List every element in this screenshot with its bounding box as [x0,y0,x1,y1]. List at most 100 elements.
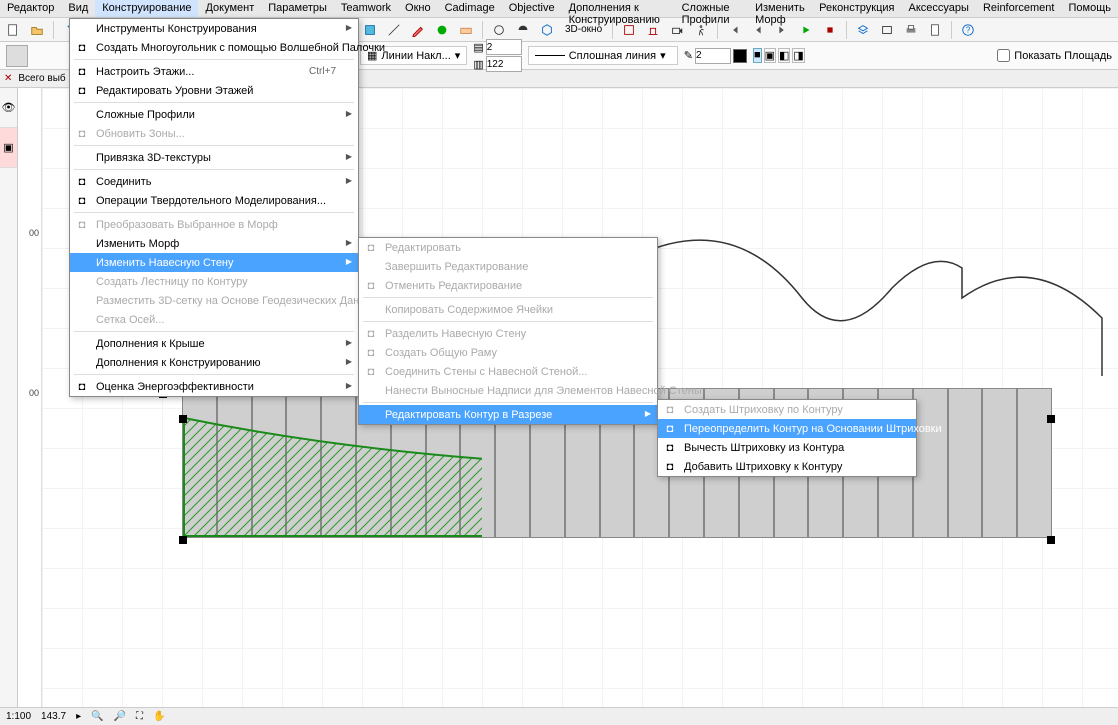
page-icon[interactable] [925,20,945,40]
pen-field[interactable] [695,48,731,64]
menu-item-label: Разместить 3D-сетку на Основе Геодезичес… [96,295,388,307]
add-icon: ◘ [662,459,678,475]
half-circle-icon[interactable] [513,20,533,40]
menu-accessories[interactable]: Аксессуары [902,0,976,17]
palette-icon[interactable] [456,20,476,40]
menu-modify-morph[interactable]: Изменить Морф [748,0,812,17]
tool-tab-icon[interactable]: ▣ [0,128,17,168]
walk-icon[interactable] [691,20,711,40]
layers-icon[interactable] [853,20,873,40]
mode-2-icon[interactable]: ▣ [764,48,776,63]
fill-icon[interactable] [360,20,380,40]
menu-complex-profiles[interactable]: Сложные Профили [675,0,749,17]
mode-4-icon[interactable]: ◨ [792,48,804,63]
menu-item[interactable]: ◘Переопределить Контур на Основании Штри… [658,419,916,438]
section-icon[interactable] [619,20,639,40]
menu-item[interactable]: ◘Соединить [70,172,358,191]
menu-reconstruction[interactable]: Реконструкция [812,0,901,17]
elev-icon[interactable] [643,20,663,40]
menu-item-label: Настроить Этажи... [96,66,194,78]
menu-item[interactable]: Редактировать Контур в Разрезе [359,405,657,424]
go-first-icon[interactable] [724,20,744,40]
anchor-point[interactable] [1047,415,1055,423]
levels-icon: ◘ [74,83,90,99]
zoom-in-icon[interactable]: 🔍 [91,711,103,722]
line-icon[interactable] [384,20,404,40]
ruler-mark: 00 [29,388,39,398]
menu-item[interactable]: Дополнения к Крыше [70,334,358,353]
hand-icon[interactable]: ✋ [153,711,165,722]
wand-icon: ◘ [74,40,90,56]
mode-3-icon[interactable]: ◧ [778,48,790,63]
color-icon[interactable] [432,20,452,40]
menu-item[interactable]: ◘Вычесть Штриховку из Контура [658,438,916,457]
menu-window[interactable]: Окно [398,0,438,17]
menu-item: ◘Преобразовать Выбранное в Морф [70,215,358,234]
field-b[interactable] [486,56,522,72]
zoom-readout[interactable]: 1:100 [6,711,31,722]
frame-icon: ◘ [363,345,379,361]
element-preview[interactable] [6,45,28,67]
menu-item[interactable]: ◘Операции Твердотельного Моделирования..… [70,191,358,210]
menu-item: ◘Создать Общую Раму [359,343,657,362]
menu-help[interactable]: Помощь [1061,0,1118,17]
svg-text:?: ? [966,25,971,34]
anchor-point[interactable] [179,415,187,423]
menu-params[interactable]: Параметры [261,0,334,17]
submenu-curtainwall: ◘РедактироватьЗавершить Редактирование◘О… [358,237,658,425]
mode-1-icon[interactable]: ■ [753,48,762,63]
camera-icon[interactable] [667,20,687,40]
cube-3d-icon[interactable] [537,20,557,40]
menu-item[interactable]: Изменить Морф [70,234,358,253]
help-icon[interactable]: ? [958,20,978,40]
fit-icon[interactable]: ⛶ [136,711,143,722]
new-icon[interactable] [3,20,23,40]
menu-reinforcement[interactable]: Reinforcement [976,0,1062,17]
field-a[interactable] [486,39,522,55]
menu-item: ◘Обновить Зоны... [70,124,358,143]
go-prev-icon[interactable] [748,20,768,40]
zoom-out-icon[interactable]: 🔎 [114,711,126,722]
show-area-checkbox[interactable] [997,49,1010,62]
menu-item[interactable]: ◘Оценка Энергоэффективности [70,377,358,396]
print-icon[interactable] [901,20,921,40]
menu-item: ◘Редактировать [359,238,657,257]
pen-color-swatch[interactable] [733,49,747,63]
menu-item[interactable]: ◘Настроить Этажи...Ctrl+7 [70,62,358,81]
menu-view[interactable]: Вид [61,0,95,17]
stairs-icon: ◘ [74,64,90,80]
line-style-picker[interactable]: Сплошная линия ▾ [528,46,678,65]
menu-document[interactable]: Документ [198,0,261,17]
nav-close-icon[interactable]: ✕ [4,73,12,84]
menu-item[interactable]: Изменить Навесную Стену [70,253,358,272]
status-chevron-icon[interactable]: ▸ [76,711,81,722]
menu-objective[interactable]: Objective [502,0,562,17]
go-next-icon[interactable] [772,20,792,40]
eye-tab-icon[interactable]: 👁 [0,88,17,128]
show-area-check[interactable]: Показать Площадь [997,49,1112,62]
menu-editor[interactable]: Редактор [0,0,61,17]
circle-icon[interactable] [489,20,509,40]
menu-item-label: Изменить Морф [96,238,179,250]
pencil-icon[interactable] [408,20,428,40]
play-icon[interactable] [796,20,816,40]
menu-item: Разместить 3D-сетку на Основе Геодезичес… [70,291,358,310]
menu-item-label: Соединить Стены с Навесной Стеной... [385,366,587,378]
menu-addons-design[interactable]: Дополнения к Конструированию [562,0,675,17]
menu-item-label: Редактировать Уровни Этажей [96,85,253,97]
anchor-point[interactable] [179,536,187,544]
menu-item[interactable]: Привязка 3D-текстуры [70,148,358,167]
publish-icon[interactable] [877,20,897,40]
menu-item[interactable]: ◘ Редактировать Уровни Этажей [70,81,358,100]
menu-item[interactable]: Дополнения к Конструированию [70,353,358,372]
menu-item[interactable]: ◘Добавить Штриховку к Контуру [658,457,916,476]
menu-cadimage[interactable]: Cadimage [438,0,502,17]
menu-item[interactable]: Инструменты Конструирования [70,19,358,38]
menu-teamwork[interactable]: Teamwork [334,0,398,17]
anchor-point[interactable] [1047,536,1055,544]
stop-icon[interactable] [820,20,840,40]
menu-design[interactable]: Конструирование [95,0,198,17]
menu-item[interactable]: ◘Создать Многоугольник с помощью Волшебн… [70,38,358,57]
open-icon[interactable] [27,20,47,40]
menu-item[interactable]: Сложные Профили [70,105,358,124]
